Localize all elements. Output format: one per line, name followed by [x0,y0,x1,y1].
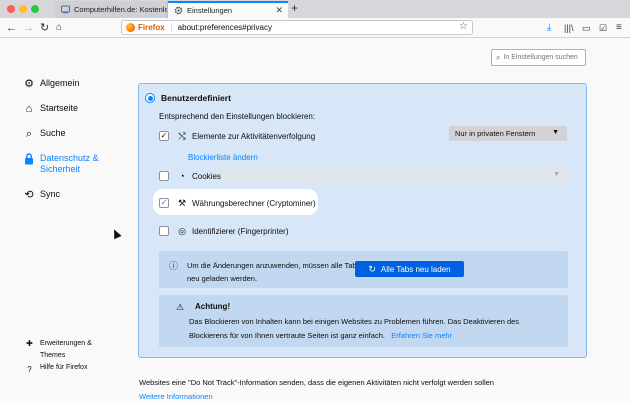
fingerprinter-option[interactable]: ◎ Identifizierer (Fingerprinter) [159,224,288,238]
url-bar[interactable]: Firefox about:preferences#privacy ☆ [121,20,473,35]
tracking-option[interactable]: ✓ ⤭ Elemente zur Aktivitätenverfolgung [159,129,315,143]
cookies-select[interactable]: ▼ [217,168,568,183]
title-bar: Computerhilfen.de: Kostenlos Einstellung… [0,0,630,18]
cryptominer-icon: ⚒ [177,197,187,208]
cookies-checkbox[interactable] [159,171,169,181]
cryptominer-checkbox[interactable]: ✓ [159,198,169,208]
cryptominer-option[interactable]: ✓ ⚒ Währungsberechner (Cryptominer) [159,196,316,210]
tab-computerhilfen[interactable]: Computerhilfen.de: Kostenlos [55,1,168,18]
tab-label: Computerhilfen.de: Kostenlos [74,5,168,14]
back-button[interactable]: ← [6,21,17,35]
puzzle-icon: ✚ [26,339,33,348]
reader-view-icon[interactable]: ☑ [599,21,607,35]
identity-box[interactable]: Firefox [126,23,172,32]
url-text: about:preferences#privacy [177,23,272,32]
reload-all-tabs-button[interactable]: ↻ Alle Tabs neu laden [355,261,464,277]
sync-icon: ⟲ [24,189,34,201]
learn-more-link[interactable]: Erfahren Sie mehr [391,331,452,340]
preferences-sidebar: ⚙ Allgemein ⌂ Startseite ⌕ Suche Datensc… [23,78,133,214]
home-icon: ⌂ [25,103,33,115]
blocking-intro: Entsprechend den Einstellungen blockiere… [159,112,316,121]
chevron-down-icon: ▼ [553,171,560,178]
change-blocklist-link[interactable]: Blockierliste ändern [188,150,258,164]
sidebar-toggle-icon[interactable]: ▭ [582,21,591,35]
zoom-window-button[interactable] [31,5,39,13]
home-button[interactable]: ⌂ [56,21,62,35]
reload-icon: ↻ [368,263,376,274]
firefox-logo-icon [126,23,135,32]
sidebar-footer: ✚ Erweiterungen & Themes ? Hilfe für Fir… [25,338,135,390]
dnt-description: Websites eine "Do Not Track"-Information… [139,378,494,387]
close-window-button[interactable] [7,5,15,13]
warning-box: ⚠ Achtung! Das Blockieren von Inhalten k… [159,295,568,347]
radio-selected[interactable] [145,93,155,103]
warning-icon: ⚠ [176,302,185,312]
sidebar-item-suche[interactable]: ⌕ Suche [23,128,133,153]
reload-button[interactable]: ↻ [40,21,49,35]
page-favicon-icon [61,5,70,14]
search-icon: ⌕ [496,52,501,62]
tab-einstellungen[interactable]: Einstellungen ✕ [168,1,288,18]
warning-text: Das Blockieren von Inhalten kann bei ein… [189,317,520,340]
sidebar-item-datenschutz[interactable]: Datenschutz & Sicherheit [23,153,133,189]
custom-blocking-panel: Benutzerdefiniert Entsprechend den Einst… [138,83,587,358]
tracking-scope-select[interactable]: Nur in privaten Fenstern ▼ [449,126,567,141]
search-icon: ⌕ [25,128,33,140]
gear-icon: ⚙ [24,78,34,90]
bookmark-star-icon[interactable]: ☆ [459,21,468,32]
tracking-checkbox[interactable]: ✓ [159,131,169,141]
info-icon: ⓘ [169,261,179,271]
downloads-icon[interactable]: ⤓ [547,21,551,35]
fingerprinter-checkbox[interactable] [159,226,169,236]
navigation-toolbar: ← → ↻ ⌂ Firefox about:preferences#privac… [0,18,630,38]
preferences-search-input[interactable]: ⌕ In Einstellungen suchen [491,49,586,66]
preferences-page: ⌕ In Einstellungen suchen ⚙ Allgemein ⌂ … [0,38,630,403]
new-tab-button[interactable]: + [291,1,298,15]
sidebar-item-sync[interactable]: ⟲ Sync [23,189,133,214]
sidebar-item-startseite[interactable]: ⌂ Startseite [23,103,133,128]
sidebar-item-help[interactable]: ? Hilfe für Firefox [25,364,135,390]
fingerprint-icon: ◎ [178,225,186,236]
tracker-icon: ⤭ [178,130,186,141]
library-icon[interactable]: |||\ [564,21,574,35]
close-tab-icon[interactable]: ✕ [275,5,283,16]
tab-label: Einstellungen [187,6,233,15]
reload-info-box: ⓘ Um die Änderungen anzuwenden, müssen a… [159,251,568,288]
chevron-down-icon: ▼ [552,129,559,136]
cookies-option[interactable]: ◔ Cookies [159,169,221,183]
minimize-window-button[interactable] [19,5,27,13]
sidebar-item-extensions[interactable]: ✚ Erweiterungen & Themes [25,338,135,364]
forward-button[interactable]: → [23,21,34,35]
lock-icon [23,153,35,165]
dnt-more-info-link[interactable]: Weitere Informationen [139,392,213,401]
hamburger-menu-icon[interactable]: ≡ [616,21,622,35]
custom-mode-radio[interactable]: Benutzerdefiniert [145,93,231,103]
help-icon: ? [27,365,32,374]
sidebar-item-allgemein[interactable]: ⚙ Allgemein [23,78,133,103]
mouse-cursor [110,227,122,240]
gear-icon [174,6,183,15]
cookie-icon: ◔ [179,171,185,181]
